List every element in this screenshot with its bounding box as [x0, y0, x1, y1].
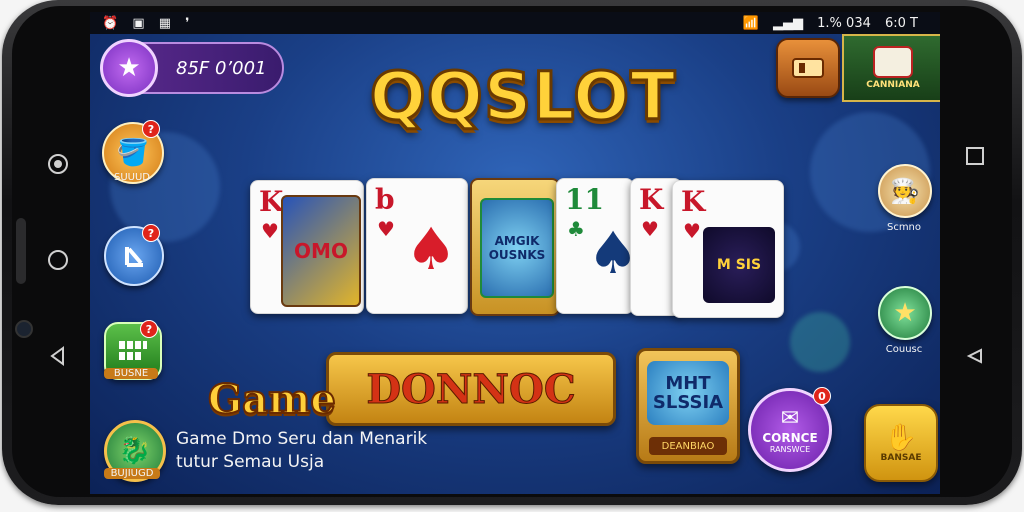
right-button-1-label: Scmno	[886, 222, 922, 233]
notification-badge: ?	[142, 224, 160, 242]
left-button-3-label: BUSNE	[104, 368, 158, 379]
card-art-text: AMGIK OUSNKS	[488, 234, 546, 262]
speaker-grille	[16, 218, 26, 284]
card-art-text: M SIS	[716, 257, 762, 273]
recents-square-icon[interactable]	[957, 138, 993, 174]
game-screen: ⏰ ▣ ▦ ❜ 📶 ▂▄▆ 1.% 034 6:0 T ★ 85F 0’001 …	[90, 12, 940, 494]
notification-badge: ?	[142, 120, 160, 138]
balance-pill[interactable]: ★ 85F 0’001	[100, 39, 284, 97]
camera-lens	[15, 320, 33, 338]
card-art: AMGIK OUSNKS	[480, 198, 554, 298]
home-circle-icon[interactable]	[40, 146, 76, 182]
trophy-badge[interactable]: CANNIANA	[842, 34, 940, 102]
card-rank: K	[681, 185, 706, 218]
description: Game Dmo Seru dan Menarik tutur Semau Us…	[176, 428, 427, 474]
notification-badge: 0	[813, 387, 831, 405]
heart-icon: ♥	[377, 217, 395, 241]
purple-title: CORNCE	[762, 431, 818, 445]
left-button-1-label: SUUUD	[113, 172, 150, 183]
bg-bokeh	[790, 312, 850, 372]
yellow-game-button[interactable]: ✋ BANSAE	[864, 404, 938, 482]
right-button-2[interactable]: ★	[878, 286, 932, 340]
purple-game-button[interactable]: ✉ CORNCE RANSWCE 0	[748, 387, 832, 472]
purple-sub: RANSWCE	[769, 445, 811, 454]
wifi-icon: 📶	[742, 15, 759, 31]
card-art: OMO	[281, 195, 361, 307]
chef-icon: 🧑‍🍳	[890, 177, 920, 205]
ticket-button[interactable]	[776, 38, 840, 98]
playing-card-6[interactable]: K ♥ M SIS	[672, 180, 784, 318]
hand-icon: ✋	[884, 423, 918, 453]
card-art-text: OMO	[294, 239, 348, 263]
card-rank: K	[259, 185, 284, 218]
status-bar: ⏰ ▣ ▦ ❜ 📶 ▂▄▆ 1.% 034 6:0 T	[90, 12, 940, 34]
dragon-icon: 🐉	[118, 436, 152, 466]
ticket-icon	[792, 58, 824, 78]
cast-icon: ▣	[132, 15, 145, 31]
heart-icon: ♥	[261, 219, 279, 243]
trophy-badge-label: CANNIANA	[866, 80, 920, 90]
star-icon: ★	[100, 39, 158, 97]
playing-card-2[interactable]: b ♥ ♠	[366, 178, 468, 314]
playing-card-3[interactable]: AMGIK OUSNKS	[470, 178, 560, 316]
card-rank: K	[639, 183, 664, 216]
mht-label: DEANBIAO	[649, 437, 727, 455]
right-button-1[interactable]: 🧑‍🍳	[878, 164, 932, 218]
playing-card-1[interactable]: K ♥ OMO	[250, 180, 364, 314]
back-triangle-icon[interactable]	[40, 338, 76, 374]
grid-icon	[119, 341, 147, 360]
left-button-2[interactable]: ?	[104, 224, 164, 286]
card-art: M SIS	[703, 227, 775, 303]
bucket-icon: 🪣	[116, 138, 150, 168]
notification-icon: ❜	[185, 15, 190, 31]
description-line-1: Game Dmo Seru dan Menarik	[176, 429, 428, 449]
description-line-2: tutur Semau Usja	[176, 452, 325, 472]
heart-icon: ♥	[683, 219, 701, 243]
card-rank: 11	[565, 183, 604, 216]
club-icon: ♣	[567, 217, 585, 241]
mht-game-tile[interactable]: MHT SLSSIA DEANBIAO	[636, 348, 740, 464]
notification-badge: ?	[140, 320, 158, 338]
circle-nav-icon[interactable]	[40, 242, 76, 278]
spade-icon: ♠	[405, 215, 457, 283]
balance-value: 85F 0’001	[176, 57, 267, 79]
game-logo: QQSLOT	[368, 57, 677, 137]
gallery-icon: ▦	[158, 15, 172, 31]
clock: 6:0 T	[885, 15, 918, 31]
banner-text: DONNOC	[366, 365, 576, 413]
card-rank: b	[375, 183, 395, 216]
domino-banner[interactable]: DONNOC	[326, 352, 616, 426]
slash-icon	[125, 247, 143, 267]
right-button-2-label: Couusc	[885, 344, 923, 355]
playing-card-4[interactable]: 11 ♣ ♠	[556, 178, 639, 314]
yellow-label: BANSAE	[880, 453, 922, 463]
bag-icon: ✉	[780, 406, 800, 431]
signal-icon: ▂▄▆	[773, 15, 804, 31]
phone-frame: ⏰ ▣ ▦ ❜ 📶 ▂▄▆ 1.% 034 6:0 T ★ 85F 0’001 …	[2, 0, 1022, 505]
alarm-icon: ⏰	[102, 15, 119, 31]
house-icon	[873, 46, 913, 78]
back-triangle-right-icon[interactable]	[957, 338, 993, 374]
status-right-icons: 📶 ▂▄▆ 1.% 034 6:0 T	[743, 16, 928, 31]
left-button-4-label: BUJIUGD	[104, 468, 160, 479]
battery-percent: 1.% 034	[817, 15, 871, 31]
heart-icon: ♥	[641, 217, 659, 241]
mht-title: MHT SLSSIA	[647, 361, 729, 425]
game-word: Game	[207, 375, 337, 424]
status-left-icons: ⏰ ▣ ▦ ❜	[102, 16, 199, 31]
star-icon: ★	[893, 298, 917, 328]
